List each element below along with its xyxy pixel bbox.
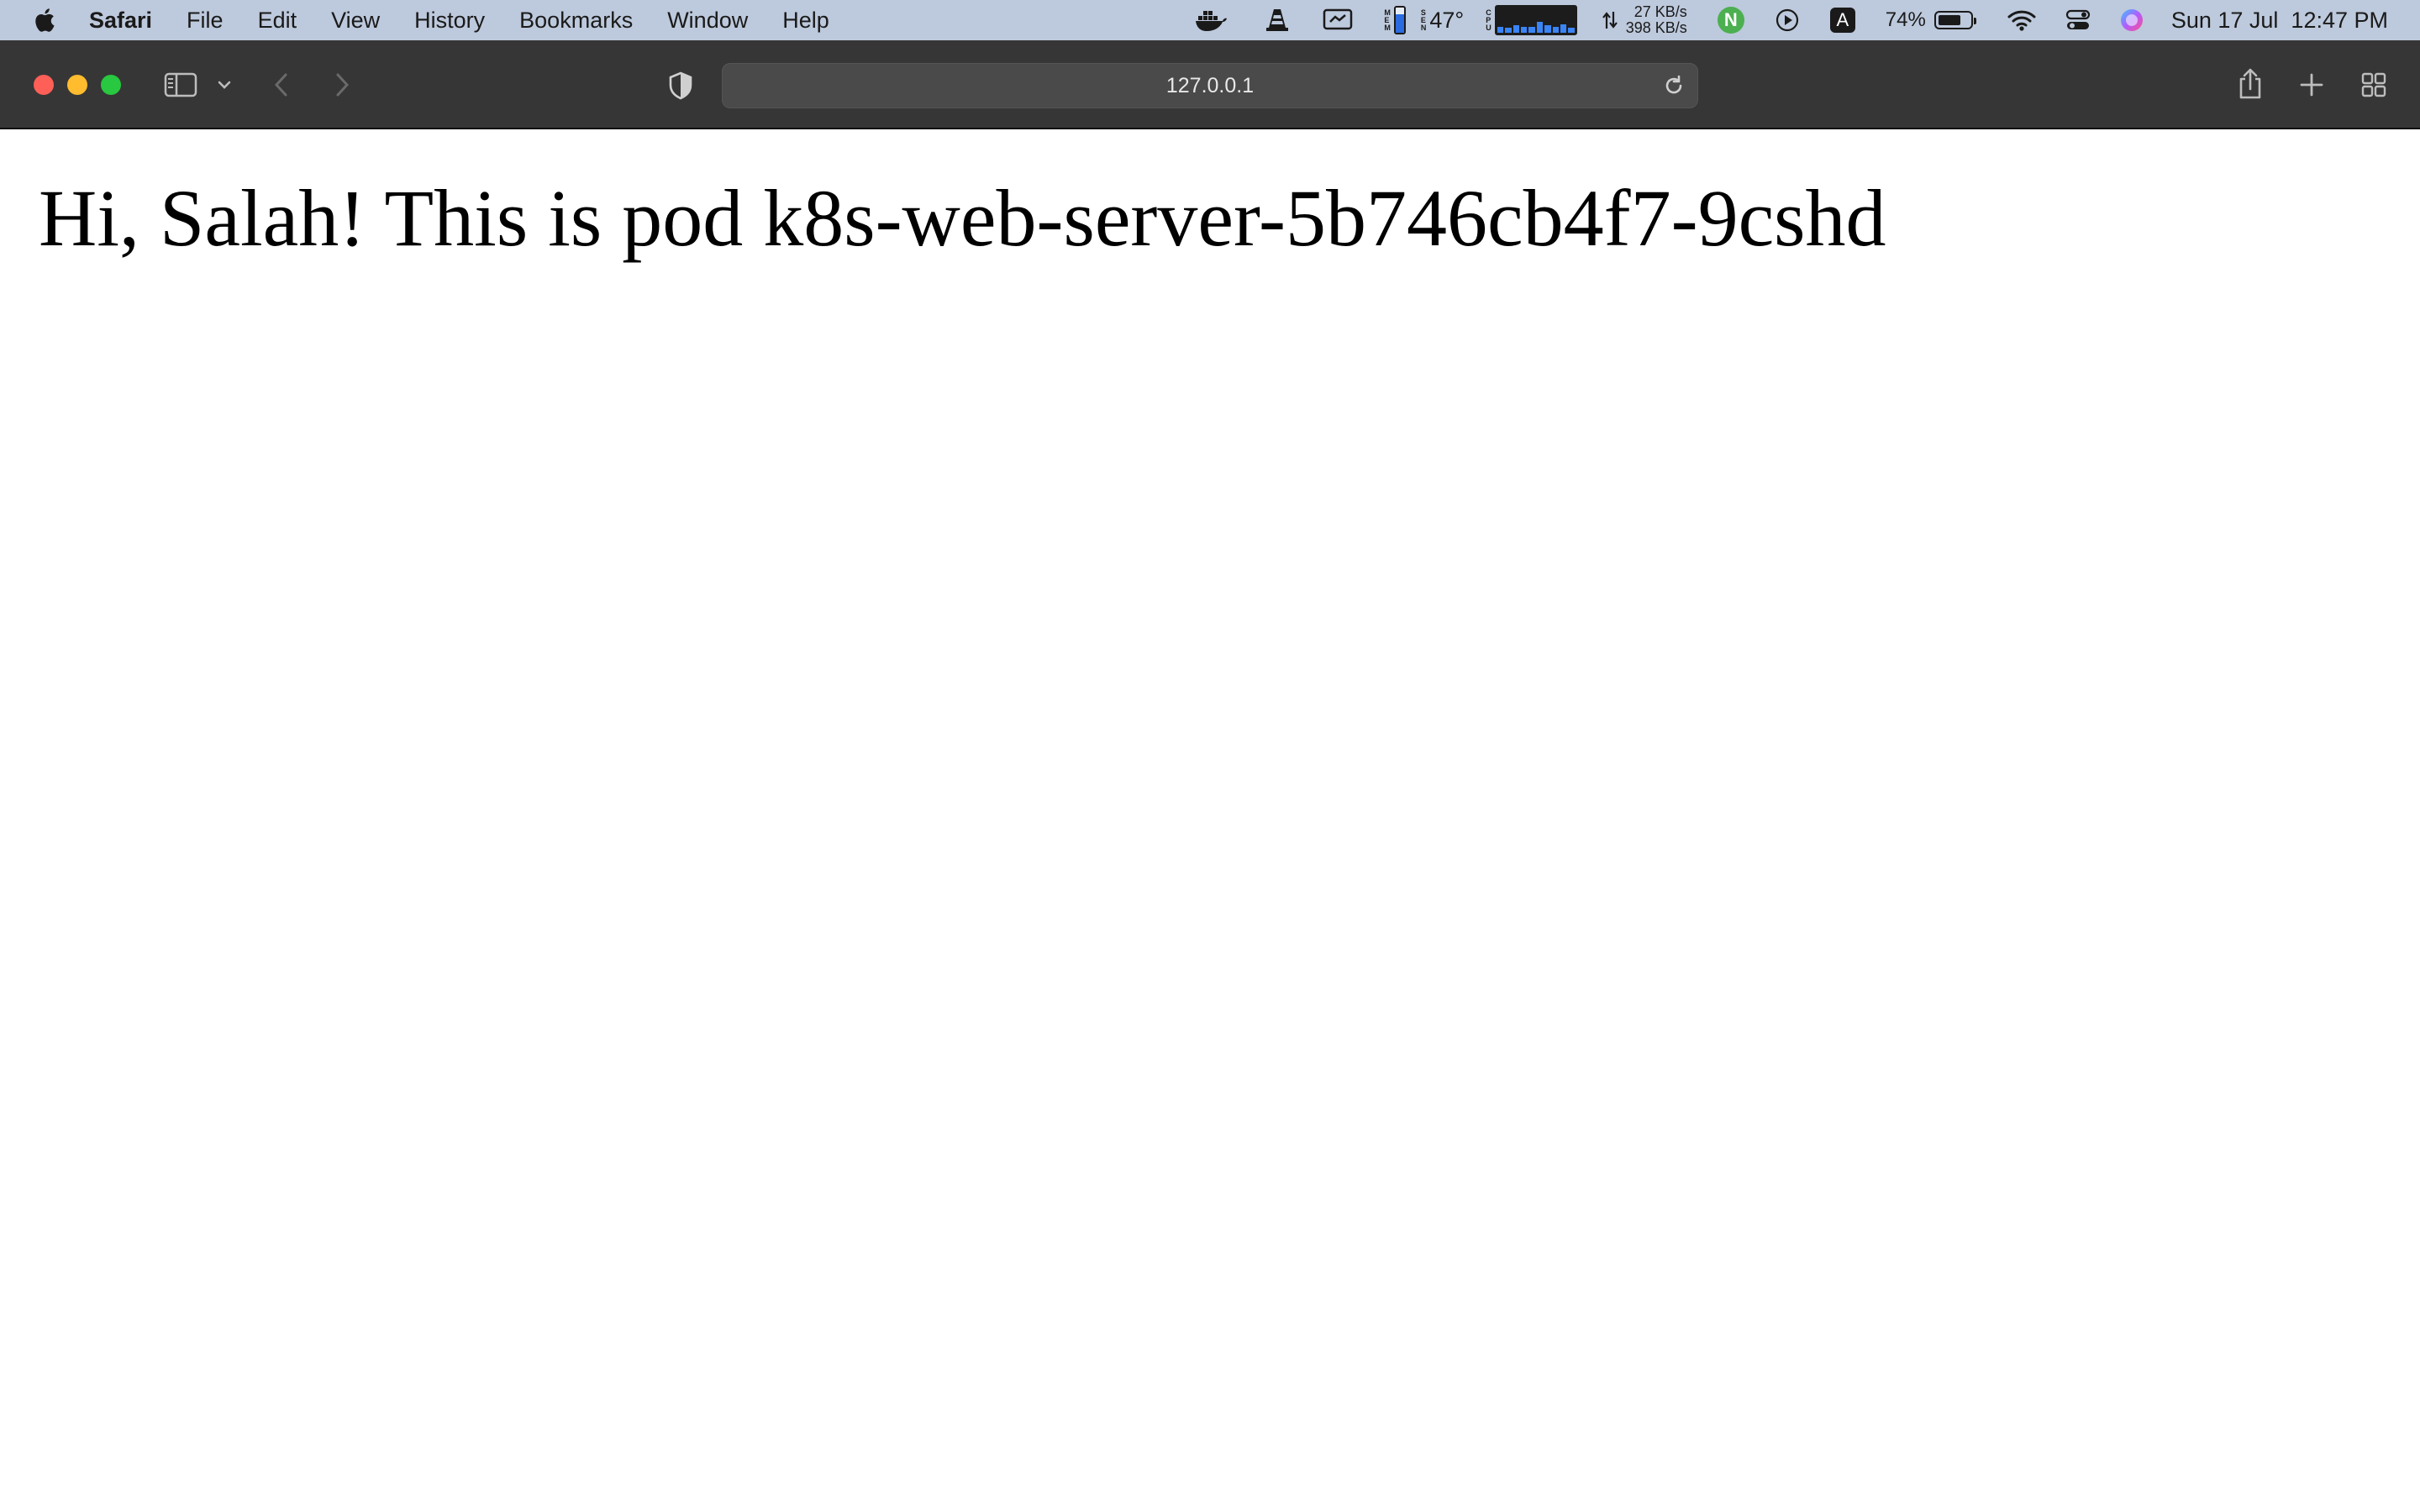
cpu-graph-bar [1536,21,1544,33]
sidebar-toggle-icon[interactable] [163,71,198,99]
n-badge: N [1717,7,1744,34]
menu-app-name[interactable]: Safari [89,8,152,34]
cpu-graph-bar [1512,25,1519,33]
page-heading: Hi, Salah! This is pod k8s-web-server-5b… [39,173,1886,263]
network-arrows-icon [1602,12,1618,29]
play-circle-icon[interactable] [1775,0,1800,40]
zoom-window-button[interactable] [101,75,121,95]
network-meter[interactable]: 27 KB/s 398 KB/s [1602,0,1687,40]
sensor-meter[interactable]: SEN 47° [1421,0,1464,40]
address-bar[interactable]: 127.0.0.1 [722,63,1698,108]
screen-share-icon[interactable] [1322,0,1354,40]
battery-percent: 74% [1885,8,1926,31]
battery-fill [1938,15,1961,25]
cpu-graph-bar [1497,26,1504,33]
close-window-button[interactable] [34,75,54,95]
cpu-meter[interactable]: CPU [1486,0,1577,40]
cpu-graph-bar [1568,28,1575,33]
input-source-icon[interactable]: A [1829,0,1855,40]
minimize-window-button[interactable] [67,75,87,95]
mem-label-icon: MEM [1384,8,1391,32]
privacy-shield-icon[interactable] [667,71,694,101]
net-upload: 27 KB/s [1634,3,1687,20]
cpu-graph-bar [1552,26,1559,33]
n-app-icon[interactable]: N [1717,0,1744,40]
cpu-graph-bar [1505,28,1512,33]
cpu-graph-bar [1520,27,1528,33]
share-icon[interactable] [2235,67,2265,101]
menu-file[interactable]: File [187,8,224,34]
menu-edit[interactable]: Edit [258,8,297,34]
forward-button-icon[interactable] [331,71,353,99]
docker-icon[interactable] [1192,0,1229,40]
menu-help[interactable]: Help [782,8,829,34]
battery-icon [1933,11,1976,29]
menu-bar: Safari File Edit View History Bookmarks … [0,0,2420,40]
net-download: 398 KB/s [1625,19,1687,36]
apple-menu-icon[interactable] [32,6,57,34]
sensor-label-icon: SEN [1420,8,1427,32]
menubar-clock[interactable]: Sun 17 Jul 12:47 PM [2171,8,2388,34]
cpu-graph-bar [1528,26,1535,33]
siri-icon[interactable] [2119,0,2144,40]
control-center-icon[interactable] [2065,0,2091,40]
temperature-readout: 47° [1429,7,1465,33]
wifi-icon[interactable] [2007,0,2037,40]
web-page-content: Hi, Salah! This is pod k8s-web-server-5b… [0,131,2420,1512]
memory-meter[interactable]: MEM [1384,0,1406,40]
cpu-graph-bar [1560,24,1567,33]
cpu-graph-bar [1544,25,1551,33]
memory-bar [1393,6,1406,34]
back-button-icon[interactable] [271,71,292,99]
menu-history[interactable]: History [414,8,485,34]
vlc-cone-icon[interactable] [1263,0,1292,40]
battery-status[interactable]: 74% [1885,0,1976,40]
memory-fill [1395,13,1404,33]
tab-overview-icon[interactable] [2360,71,2388,99]
menu-window[interactable]: Window [667,8,748,34]
chevron-down-icon[interactable] [215,76,234,94]
menu-bookmarks[interactable]: Bookmarks [519,8,633,34]
address-bar-url: 127.0.0.1 [1165,73,1255,97]
reload-icon[interactable] [1662,74,1686,102]
cpu-graph [1494,5,1577,35]
menu-view[interactable]: View [331,8,380,34]
input-source-badge: A [1829,8,1855,33]
new-tab-plus-icon[interactable] [2297,71,2326,99]
cpu-label-icon: CPU [1486,8,1491,32]
